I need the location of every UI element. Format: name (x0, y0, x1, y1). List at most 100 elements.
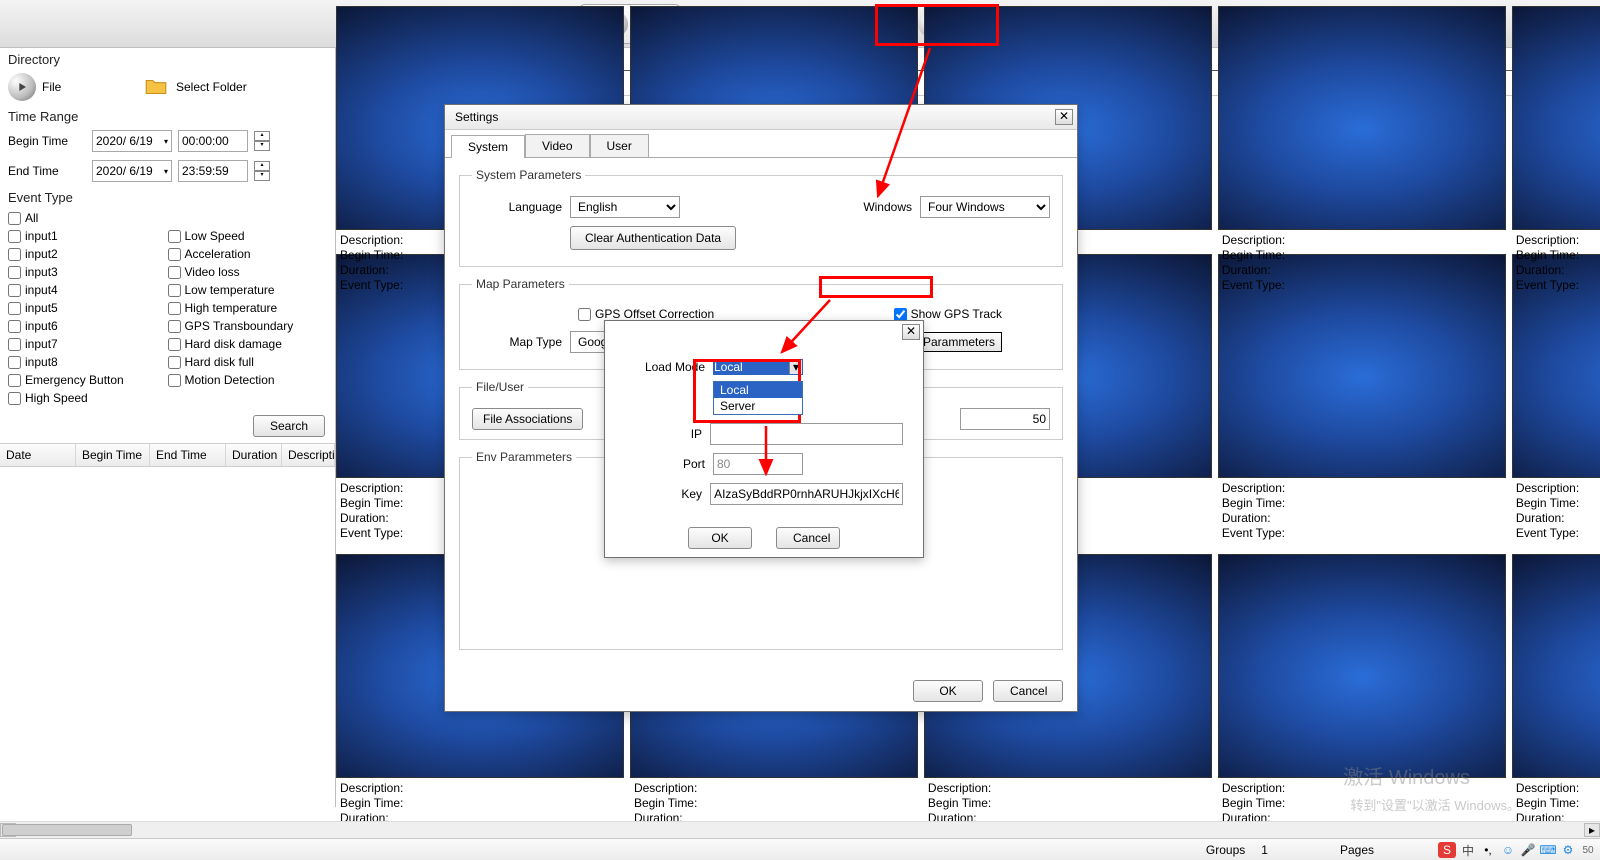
col-desc[interactable]: Description (282, 444, 335, 466)
file-associations-button[interactable]: File Associations (472, 408, 583, 430)
keyboard-icon[interactable]: ⌨ (1540, 842, 1556, 858)
event-checkbox[interactable] (8, 212, 21, 225)
search-button[interactable]: Search (253, 415, 325, 437)
language-select[interactable]: English (570, 196, 680, 218)
api-cancel-button[interactable]: Cancel (776, 527, 840, 549)
time-stepper[interactable]: ▴▾ (254, 131, 270, 151)
event-checkbox[interactable] (168, 374, 181, 387)
env-params-legend: Env Parammeters (472, 450, 576, 464)
video-tile[interactable]: Description:Begin Time:Duration:Event Ty… (1218, 254, 1506, 544)
event-checkbox[interactable] (8, 284, 21, 297)
show-gps-track-checkbox[interactable] (894, 308, 907, 321)
begin-date-input[interactable]: 2020/ 6/19▾ (92, 130, 172, 152)
file-user-legend: File/User (472, 380, 528, 394)
tray-icon[interactable]: •, (1480, 842, 1496, 858)
settings-titlebar[interactable]: Settings✕ (445, 105, 1077, 130)
event-checkbox[interactable] (168, 356, 181, 369)
video-tile[interactable]: Description:Begin Time:Duration:Event Ty… (1512, 554, 1600, 844)
event-checkbox[interactable] (8, 266, 21, 279)
ip-input[interactable] (710, 423, 903, 445)
video-tile[interactable]: Description:Begin Time:Duration:Event Ty… (1218, 6, 1506, 296)
settings-ok-button[interactable]: OK (913, 680, 983, 702)
system-params-legend: System Parameters (472, 168, 585, 182)
ime-icon[interactable]: S (1438, 842, 1456, 858)
event-checkbox[interactable] (8, 374, 21, 387)
mic-icon[interactable]: 🎤 (1520, 842, 1536, 858)
thumbnail (1218, 554, 1506, 778)
close-icon[interactable]: ✕ (1055, 109, 1073, 125)
col-begin[interactable]: Begin Time (76, 444, 150, 466)
event-checkbox[interactable] (8, 338, 21, 351)
partial-input[interactable] (960, 408, 1050, 430)
load-mode-dropdown[interactable]: Local Server (713, 381, 803, 415)
status-bar: Groups 1 Pages (0, 838, 1600, 860)
end-date-input[interactable]: 2020/ 6/19▾ (92, 160, 172, 182)
event-checkbox[interactable] (168, 284, 181, 297)
left-sidebar: Directory File Select Folder Time Range … (0, 48, 336, 807)
windows-label: Windows (863, 200, 912, 214)
gear-icon[interactable]: ⚙ (1560, 842, 1576, 858)
scroll-thumb[interactable] (2, 824, 132, 836)
event-checkbox[interactable] (168, 248, 181, 261)
ip-label: IP (625, 427, 702, 441)
option-local[interactable]: Local (714, 382, 802, 398)
system-tray: S 中 •, ☺ 🎤 ⌨ ⚙ 50 (1438, 842, 1596, 858)
map-params-legend: Map Parameters (472, 277, 569, 291)
watermark: 激活 Windows (1343, 761, 1470, 790)
pages-label: Pages (1340, 843, 1374, 857)
close-icon[interactable]: ✕ (902, 324, 920, 340)
file-play-icon[interactable] (8, 73, 36, 101)
event-checkbox[interactable] (168, 302, 181, 315)
event-checkbox[interactable] (168, 320, 181, 333)
clear-auth-button[interactable]: Clear Authentication Data (570, 226, 736, 250)
settings-tab-system[interactable]: System (451, 135, 525, 158)
groups-value: 1 (1261, 843, 1268, 857)
key-input[interactable] (710, 483, 903, 505)
begin-time-label: Begin Time (8, 134, 86, 148)
language-label: Language (472, 200, 562, 214)
folder-icon[interactable] (142, 73, 170, 101)
begin-time-input[interactable]: 00:00:00 (178, 130, 248, 152)
load-mode-label: Load Mode (625, 360, 705, 374)
windows-select[interactable]: Four Windows (920, 196, 1050, 218)
port-input[interactable] (713, 453, 803, 475)
col-date[interactable]: Date (0, 444, 76, 466)
load-mode-select[interactable]: Local▾ (713, 359, 803, 375)
smiley-icon[interactable]: ☺ (1500, 842, 1516, 858)
lang-icon[interactable]: 中 (1460, 842, 1476, 858)
video-tile[interactable]: Description:Begin Time:Duration:Event Ty… (1512, 6, 1600, 296)
directory-title: Directory (0, 48, 335, 69)
file-label: File (42, 80, 142, 94)
results-header: Date Begin Time End Time Duration Descri… (0, 443, 335, 467)
col-end[interactable]: End Time (150, 444, 226, 466)
settings-tab-user[interactable]: User (590, 134, 649, 157)
event-checkbox[interactable] (8, 320, 21, 333)
settings-cancel-button[interactable]: Cancel (993, 680, 1063, 702)
event-checkbox[interactable] (8, 302, 21, 315)
event-checkbox[interactable] (8, 230, 21, 243)
horizontal-scrollbar[interactable]: ◂▸ (0, 821, 1600, 838)
event-checkbox[interactable] (168, 230, 181, 243)
event-checkbox[interactable] (8, 356, 21, 369)
api-ok-button[interactable]: OK (688, 527, 752, 549)
video-tile[interactable]: Description:Begin Time:Duration:Event Ty… (1512, 254, 1600, 544)
select-folder-label[interactable]: Select Folder (176, 80, 247, 94)
event-checkbox[interactable] (8, 248, 21, 261)
option-server[interactable]: Server (714, 398, 802, 414)
settings-tab-video[interactable]: Video (525, 134, 589, 157)
time-range-title: Time Range (0, 105, 335, 126)
port-label: Port (625, 457, 705, 471)
event-checkbox[interactable] (8, 392, 21, 405)
col-duration[interactable]: Duration (226, 444, 282, 466)
event-checkbox[interactable] (168, 338, 181, 351)
map-type-label: Map Type (472, 335, 562, 349)
time-stepper[interactable]: ▴▾ (254, 161, 270, 181)
scroll-right-icon[interactable]: ▸ (1584, 823, 1600, 837)
results-body[interactable] (0, 467, 335, 807)
tray-text[interactable]: 50 (1580, 842, 1596, 858)
gps-offset-checkbox[interactable] (578, 308, 591, 321)
groups-label: Groups (1206, 843, 1245, 857)
thumbnail (1512, 554, 1600, 778)
event-checkbox[interactable] (168, 266, 181, 279)
end-time-input[interactable]: 23:59:59 (178, 160, 248, 182)
